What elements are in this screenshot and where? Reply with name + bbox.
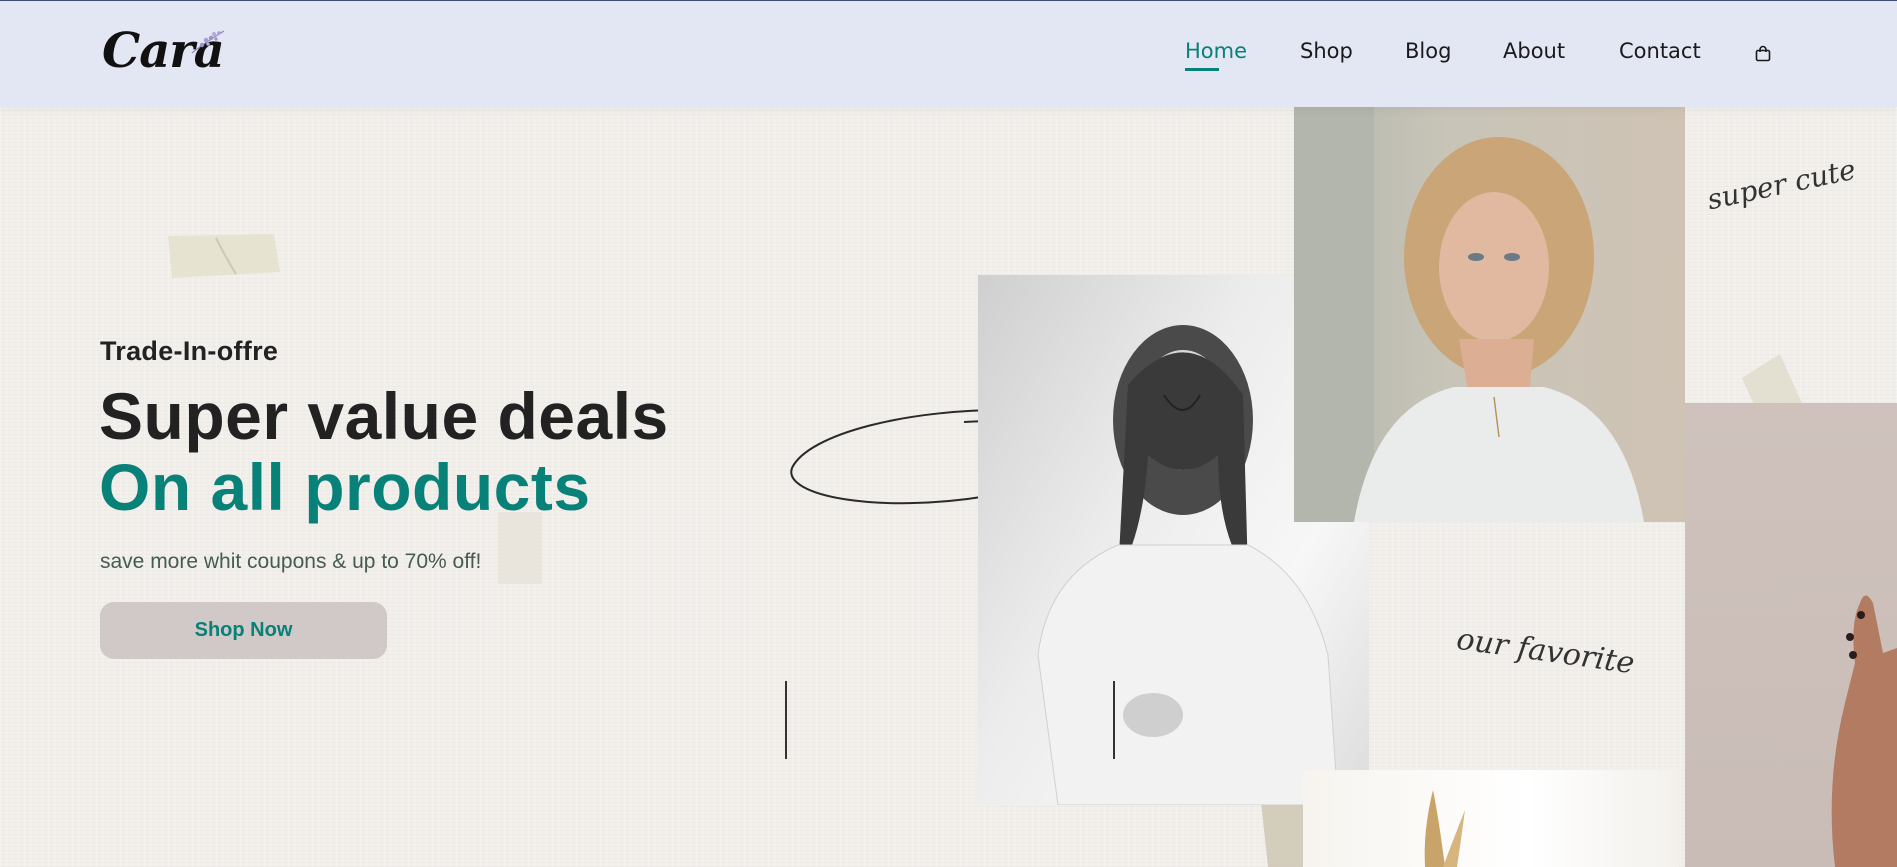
script-super-cute: super cute [1704,152,1859,217]
line-decoration [785,681,787,759]
shop-now-button[interactable]: Shop Now [100,602,387,659]
nav-home[interactable]: Home [1185,39,1248,71]
nav-blog[interactable]: Blog [1405,39,1451,63]
tape-decoration [168,234,280,278]
photo-hand-painted-nails [1685,403,1897,867]
site-header: Cara Home Shop Blog About Contact [0,0,1897,107]
hero-title-accent: On all products [99,450,591,524]
nav-contact[interactable]: Contact [1619,39,1701,63]
line-decoration [1113,681,1115,759]
hero-subtitle: Trade-In-offre [100,336,279,366]
script-our-favorite: our favorite [1454,621,1637,682]
shopping-bag-icon[interactable] [1755,43,1771,67]
logo[interactable]: Cara [102,23,232,83]
hero-description: save more whit coupons & up to 70% off! [100,550,482,573]
nav-about[interactable]: About [1503,39,1565,63]
nav-shop[interactable]: Shop [1300,39,1353,63]
lavender-sprig-icon [191,30,225,54]
photo-woman-blonde [1294,107,1685,522]
hero-title: Super value deals [99,379,669,453]
active-nav-underline [1185,68,1219,71]
photo-dried-plant [1303,770,1679,867]
nav-home-label: Home [1185,39,1248,63]
